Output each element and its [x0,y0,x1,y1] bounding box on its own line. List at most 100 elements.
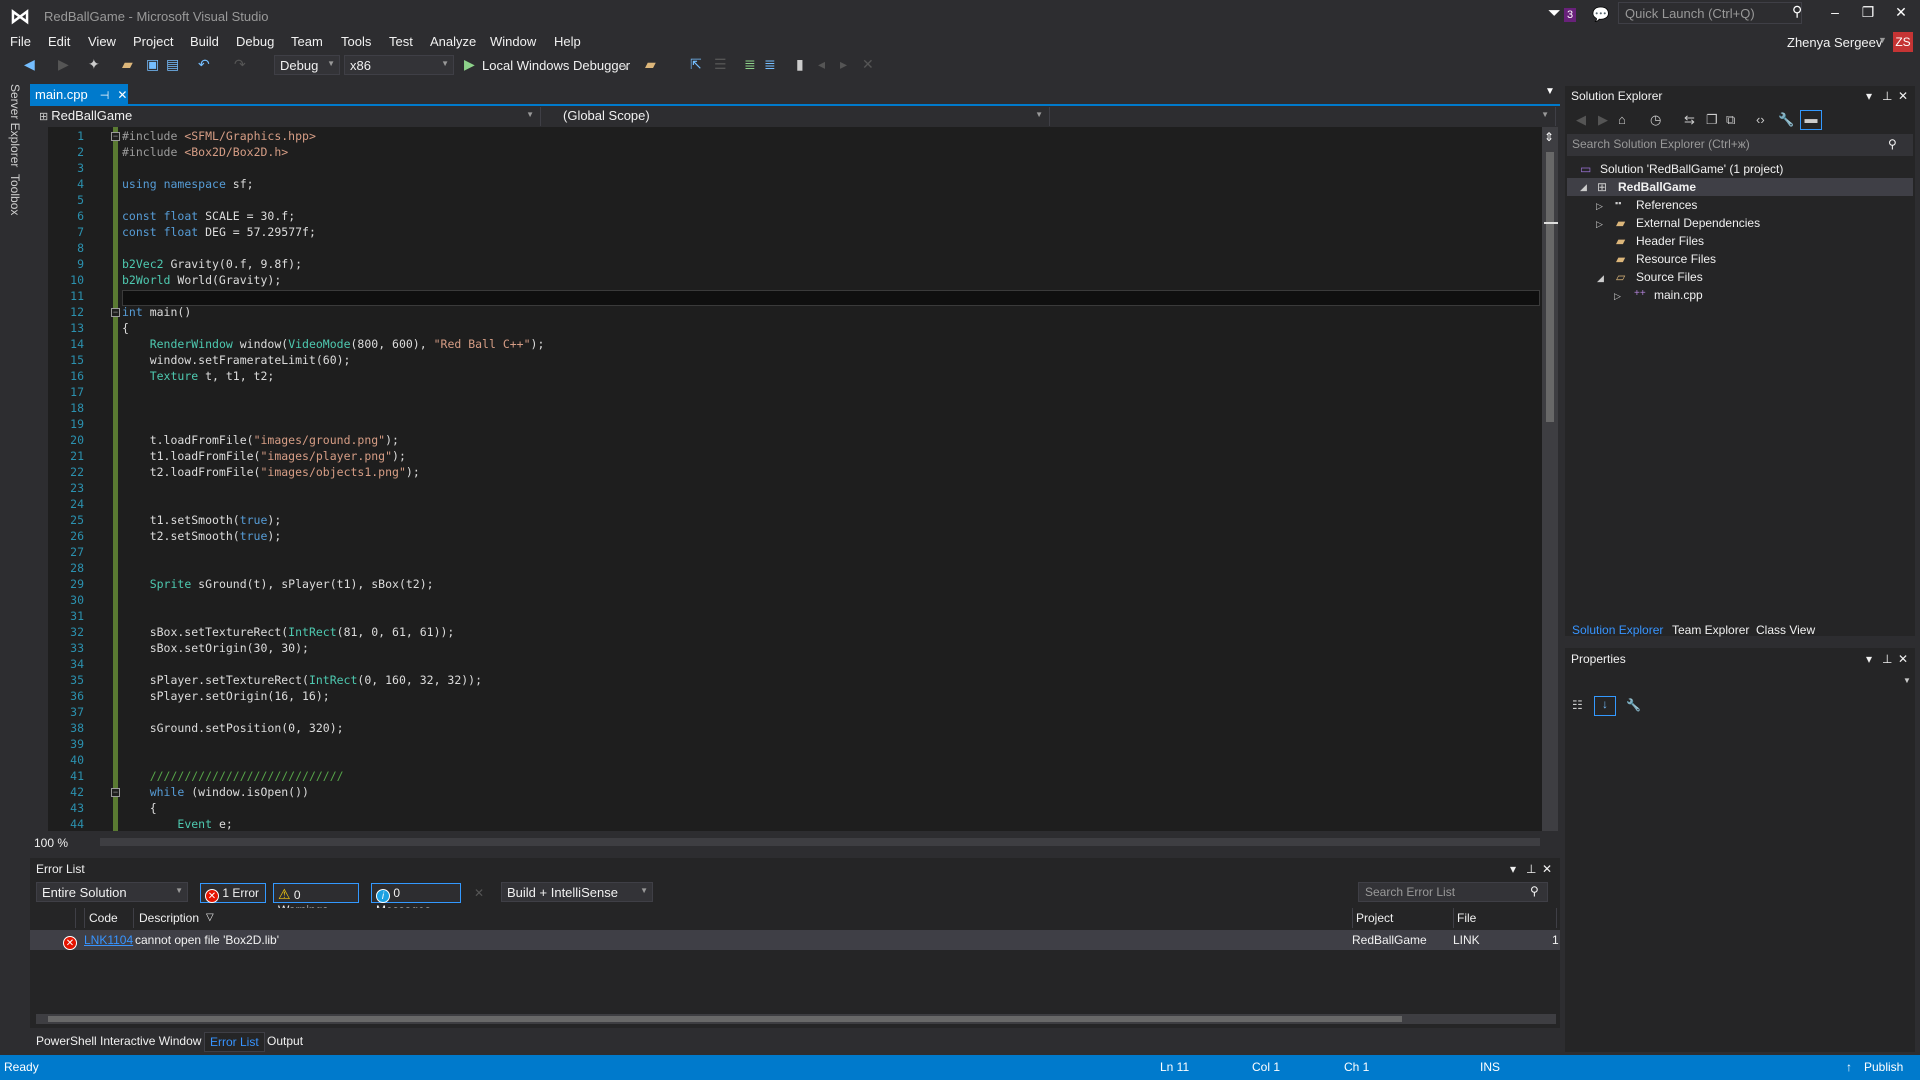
column-description[interactable]: Description [139,911,199,925]
tree-resource-files[interactable]: Resource Files [1636,252,1716,266]
code-line[interactable]: { [122,320,129,336]
save-icon[interactable]: ▣ [146,56,159,72]
error-code-link[interactable]: LNK1104 [84,933,133,947]
error-search-input[interactable]: Search Error List [1358,882,1548,902]
tab-main-cpp[interactable]: main.cpp ⊣ ✕ [30,84,128,104]
comment-icon[interactable]: ☰ [714,56,727,72]
sync-icon[interactable]: ⇆ [1684,112,1695,128]
tree-project[interactable]: RedBallGame [1618,180,1696,194]
tab-output[interactable]: Output [262,1032,308,1050]
indent-icon[interactable]: ≣ [744,56,756,72]
menu-build[interactable]: Build [190,34,219,49]
code-line[interactable]: Texture t, t1, t2; [122,368,275,384]
menu-debug[interactable]: Debug [236,34,274,49]
new-project-icon[interactable]: ✦ [88,56,100,72]
code-line[interactable]: Sprite sGround(t), sPlayer(t1), sBox(t2)… [122,576,434,592]
user-name[interactable]: Zhenya Sergeev [1787,35,1882,50]
user-dropdown-icon[interactable]: ▼ [1878,35,1887,45]
code-line[interactable]: sBox.setOrigin(30, 30); [122,640,309,656]
menu-test[interactable]: Test [389,34,413,49]
collapse-icon[interactable]: − [111,788,120,797]
menu-edit[interactable]: Edit [48,34,70,49]
project-scope-combo[interactable]: ⊞ RedBallGame ▼ [34,107,541,126]
pin-icon[interactable]: ⊥ [1526,862,1536,876]
forward-icon[interactable]: ▶ [1598,112,1608,128]
notification-badge[interactable]: 3 [1564,8,1577,22]
property-pages-icon[interactable]: 🔧 [1626,698,1641,712]
split-window-icon[interactable]: ⇕ [1544,130,1554,144]
column-project[interactable]: Project [1356,911,1393,925]
pending-changes-icon[interactable]: ◷ [1650,112,1661,128]
publish-button[interactable]: Publish [1864,1060,1903,1074]
tab-class-view[interactable]: Class View [1756,623,1815,637]
close-button[interactable]: ✕ [1886,4,1916,21]
server-explorer-tab[interactable]: Server Explorer [8,84,22,167]
collapse-icon[interactable]: − [111,132,120,141]
menu-view[interactable]: View [88,34,116,49]
redo-icon[interactable]: ↷ [234,56,246,72]
tree-header-files[interactable]: Header Files [1636,234,1704,248]
code-line[interactable]: while (window.isOpen()) [122,784,309,800]
global-scope-combo[interactable]: (Global Scope) ▼ [545,107,1050,126]
back-icon[interactable]: ◀ [1576,112,1586,128]
expanded-arrow-icon[interactable]: ◢ [1597,273,1604,284]
undo-icon[interactable]: ↶ [198,56,210,72]
close-tab-icon[interactable]: ✕ [117,88,127,102]
properties-wrench-icon[interactable]: 🔧 [1778,112,1794,128]
menu-tools[interactable]: Tools [341,34,371,49]
code-line[interactable]: const float DEG = 57.29577f; [122,224,316,240]
play-icon[interactable]: ▶ [464,56,475,72]
code-line[interactable]: #include <Box2D/Box2D.h> [122,144,288,160]
code-line[interactable]: using namespace sf; [122,176,254,192]
pin-icon[interactable]: ⊥ [1882,652,1892,666]
configuration-combo[interactable]: Debug ▼ [274,55,340,75]
notification-flag-icon[interactable]: ⏷ [1548,5,1561,23]
panel-menu-icon[interactable]: ▾ [1866,652,1872,666]
error-scope-combo[interactable]: Entire Solution ▼ [36,882,188,902]
menu-team[interactable]: Team [291,34,323,49]
debugger-dropdown-icon[interactable]: ▼ [622,60,630,76]
code-line[interactable]: RenderWindow window(VideoMode(800, 600),… [122,336,545,352]
view-code-icon[interactable]: ‹› [1756,112,1765,127]
find-in-files-icon[interactable]: ▰ [645,56,656,72]
object-dropdown-icon[interactable]: ▼ [1903,676,1911,685]
forward-icon[interactable]: ▶ [58,56,69,72]
code-line[interactable]: t.loadFromFile("images/ground.png"); [122,432,399,448]
menu-file[interactable]: File [10,34,31,49]
code-line[interactable]: sGround.setPosition(0, 320); [122,720,344,736]
save-all-icon[interactable]: ▤ [166,56,179,72]
clear-filter-icon[interactable]: ✕ [474,886,484,900]
code-line[interactable]: #include <SFML/Graphics.hpp> [122,128,316,144]
toolbox-tab[interactable]: Toolbox [8,174,22,215]
scrollbar-thumb[interactable] [1546,152,1554,422]
categorized-icon[interactable]: ☷ [1572,698,1583,712]
show-all-files-icon[interactable]: ⧉ [1726,112,1735,128]
code-line[interactable]: const float SCALE = 30.f; [122,208,295,224]
restore-button[interactable]: ❐ [1853,4,1883,21]
outdent-icon[interactable]: ≣ [764,56,776,72]
minimize-button[interactable]: – [1820,4,1850,20]
tab-powershell[interactable]: PowerShell Interactive Window [31,1032,206,1050]
platform-combo[interactable]: x86 ▼ [344,55,454,75]
code-line[interactable]: t2.loadFromFile("images/objects1.png"); [122,464,420,480]
code-line[interactable]: Event e; [122,816,232,832]
code-line[interactable]: window.setFramerateLimit(60); [122,352,351,368]
column-file[interactable]: File [1457,911,1476,925]
code-line[interactable]: sBox.setTextureRect(IntRect(81, 0, 61, 6… [122,624,455,640]
tree-references[interactable]: References [1636,198,1697,212]
close-icon[interactable]: ✕ [1542,862,1552,876]
bookmark-icon[interactable]: ▮ [796,56,804,72]
tree-solution[interactable]: Solution 'RedBallGame' (1 project) [1600,162,1783,176]
messages-filter-button[interactable]: i 0 Messages [371,883,461,917]
horizontal-scrollbar[interactable] [100,838,1540,846]
tree-external-dependencies[interactable]: External Dependencies [1636,216,1760,230]
tab-solution-explorer[interactable]: Solution Explorer [1572,623,1663,637]
menu-analyze[interactable]: Analyze [430,34,476,49]
tree-source-files[interactable]: Source Files [1636,270,1703,284]
menu-project[interactable]: Project [133,34,173,49]
search-icon[interactable]: ⚲ [1888,137,1897,151]
panel-menu-icon[interactable]: ▾ [1866,89,1872,103]
code-line[interactable]: t1.loadFromFile("images/player.png"); [122,448,406,464]
scrollbar-thumb[interactable] [48,1016,1402,1022]
solution-search-input[interactable]: Search Solution Explorer (Ctrl+ж) [1567,134,1913,156]
